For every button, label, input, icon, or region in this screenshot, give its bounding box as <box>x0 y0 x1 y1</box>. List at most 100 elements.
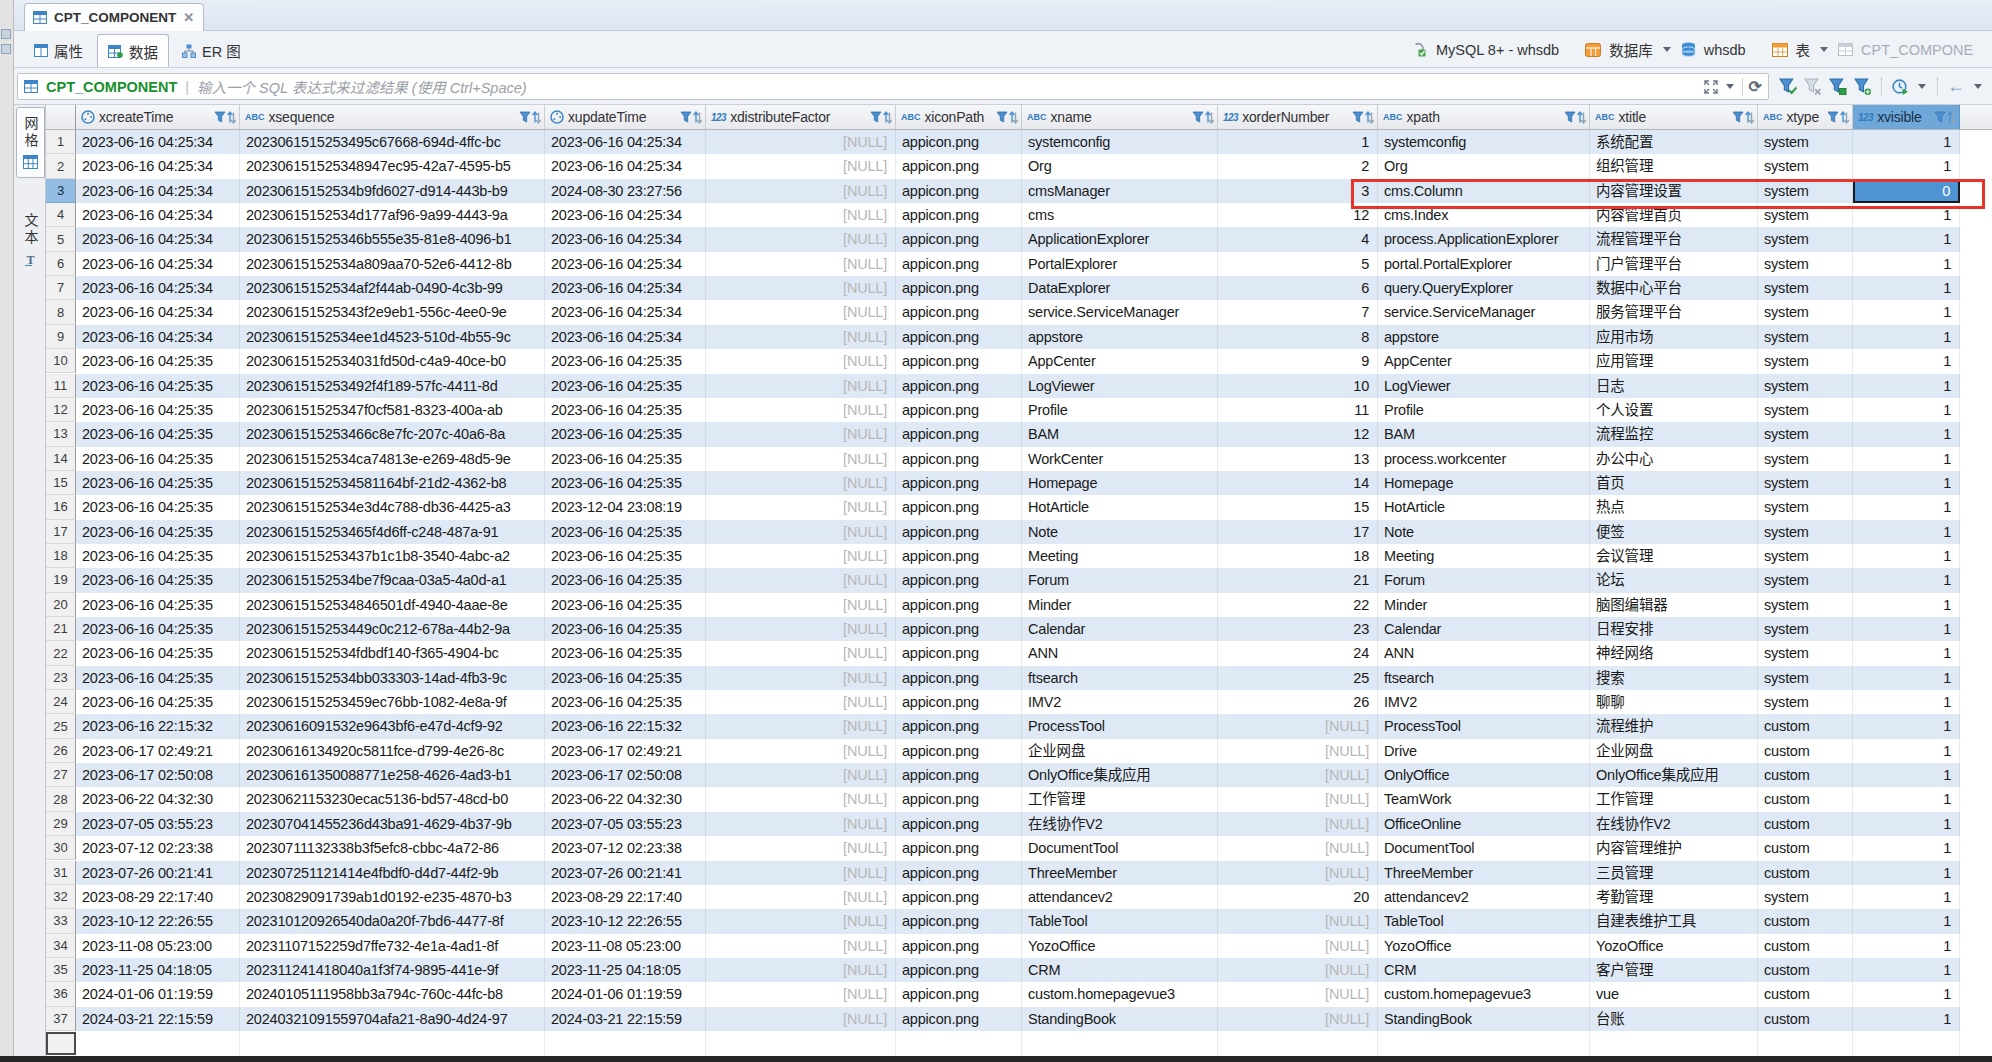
cell-xupdateTime[interactable]: 2023-06-16 04:25:35 <box>545 568 706 592</box>
cell-xupdateTime[interactable]: 2023-07-05 03:55:23 <box>545 812 706 836</box>
cell-xvisible[interactable]: 1 <box>1853 154 1960 178</box>
cell-xvisible[interactable]: 1 <box>1853 982 1960 1006</box>
column-header-xpath[interactable]: ABCxpath <box>1378 105 1590 129</box>
connection-name[interactable]: MySQL 8+ - whsdb <box>1436 42 1559 58</box>
row-number[interactable]: 9 <box>46 325 76 349</box>
row-number[interactable]: 12 <box>46 398 76 422</box>
row-number[interactable]: 34 <box>46 934 76 958</box>
cell-xtype[interactable]: system <box>1758 641 1853 665</box>
cell-xiconPath[interactable]: appicon.png <box>896 982 1022 1006</box>
row-number[interactable]: 10 <box>46 349 76 373</box>
cell-xupdateTime[interactable]: 2023-06-16 04:25:35 <box>545 544 706 568</box>
cell-xorderNumber[interactable]: 15 <box>1218 495 1378 519</box>
cell-xupdateTime[interactable]: 2024-01-06 01:19:59 <box>545 982 706 1006</box>
cell-xsequence[interactable]: 2023061515253466c8e7fc-207c-40a6-8a <box>240 422 545 446</box>
cell-xiconPath[interactable]: appicon.png <box>896 568 1022 592</box>
cell-xsequence[interactable]: 2023061515253492f4f189-57fc-4411-8d <box>240 374 545 398</box>
cell-xorderNumber[interactable]: [NULL] <box>1218 739 1378 763</box>
cell-xcreateTime[interactable]: 2023-06-16 04:25:35 <box>76 495 240 519</box>
filter-input[interactable]: CPT_COMPONENT | 输入一个 SQL 表达式来过滤结果 (使用 Ct… <box>17 73 1769 100</box>
cell-xpath[interactable]: ANN <box>1378 641 1590 665</box>
cell-xpath[interactable]: OfficeOnline <box>1378 812 1590 836</box>
cell-xsequence[interactable]: 2023061515253495c67668-694d-4ffc-bc <box>240 130 545 154</box>
cell-xdistributeFactor[interactable]: [NULL] <box>706 300 896 324</box>
cell-xorderNumber[interactable]: [NULL] <box>1218 982 1378 1006</box>
cell-xcreateTime[interactable]: 2023-06-16 04:25:34 <box>76 252 240 276</box>
cell-xpath[interactable]: ThreeMember <box>1378 861 1590 885</box>
cell-xpath[interactable]: YozoOffice <box>1378 934 1590 958</box>
cell-xtitle[interactable]: 首页 <box>1590 471 1758 495</box>
filter-sort-icon[interactable] <box>1352 110 1374 125</box>
cell-xiconPath[interactable]: appicon.png <box>896 690 1022 714</box>
cell-xvisible[interactable]: 1 <box>1853 325 1960 349</box>
cell-xupdateTime[interactable]: 2023-06-16 04:25:35 <box>545 666 706 690</box>
cell-xvisible[interactable]: 1 <box>1853 739 1960 763</box>
cell-xtitle[interactable]: 数据中心平台 <box>1590 276 1758 300</box>
cell-xpath[interactable]: OnlyOffice <box>1378 763 1590 787</box>
row-number[interactable]: 25 <box>46 714 76 738</box>
column-header-xtitle[interactable]: ABCxtitle <box>1590 105 1758 129</box>
cell-xtype[interactable]: custom <box>1758 763 1853 787</box>
cell-xname[interactable]: 在线协作V2 <box>1022 812 1218 836</box>
cell-xupdateTime[interactable]: 2023-11-08 05:23:00 <box>545 934 706 958</box>
cell-xiconPath[interactable]: appicon.png <box>896 203 1022 227</box>
cell-xiconPath[interactable]: appicon.png <box>896 154 1022 178</box>
cell-xname[interactable]: Homepage <box>1022 471 1218 495</box>
cell-xcreateTime[interactable]: 2023-06-16 04:25:35 <box>76 666 240 690</box>
cell-xdistributeFactor[interactable]: [NULL] <box>706 812 896 836</box>
cell-xtype[interactable]: custom <box>1758 787 1853 811</box>
cell-xtype[interactable]: system <box>1758 349 1853 373</box>
cell-xpath[interactable]: AppCenter <box>1378 349 1590 373</box>
column-header-xorderNumber[interactable]: 123xorderNumber <box>1218 105 1378 129</box>
row-number[interactable]: 22 <box>46 641 76 665</box>
cell-xorderNumber[interactable]: 25 <box>1218 666 1378 690</box>
cell-xiconPath[interactable]: appicon.png <box>896 495 1022 519</box>
cell-xdistributeFactor[interactable]: [NULL] <box>706 179 896 203</box>
cell-xcreateTime[interactable]: 2024-01-06 01:19:59 <box>76 982 240 1006</box>
tab-properties[interactable]: 属性 <box>24 34 93 67</box>
cell-xupdateTime[interactable]: 2023-06-16 04:25:34 <box>545 130 706 154</box>
chevron-down-icon[interactable] <box>1726 84 1734 89</box>
cell-xpath[interactable]: StandingBook <box>1378 1007 1590 1031</box>
cell-xtitle[interactable]: 在线协作V2 <box>1590 812 1758 836</box>
cell-xsequence[interactable]: 2023061515253437b1c1b8-3540-4abc-a2 <box>240 544 545 568</box>
cell-xtitle[interactable]: 个人设置 <box>1590 398 1758 422</box>
column-header-xdistributeFactor[interactable]: 123xdistributeFactor <box>706 105 896 129</box>
row-number[interactable]: 21 <box>46 617 76 641</box>
cell-xvisible[interactable]: 1 <box>1853 447 1960 471</box>
cell-xname[interactable]: Minder <box>1022 593 1218 617</box>
cell-xiconPath[interactable]: appicon.png <box>896 885 1022 909</box>
row-number[interactable]: 19 <box>46 568 76 592</box>
cell-xiconPath[interactable]: appicon.png <box>896 763 1022 787</box>
execution-time-icon[interactable] <box>1891 78 1909 95</box>
restore-view-icon[interactable] <box>1 29 11 39</box>
cell-xcreateTime[interactable]: 2023-06-16 04:25:35 <box>76 544 240 568</box>
cell-xiconPath[interactable]: appicon.png <box>896 227 1022 251</box>
cell-xtype[interactable]: system <box>1758 544 1853 568</box>
filter-sort-icon[interactable] <box>1934 110 1956 125</box>
cell-xpath[interactable]: portal.PortalExplorer <box>1378 252 1590 276</box>
cell-xtype[interactable]: system <box>1758 227 1853 251</box>
cell-xpath[interactable]: Calendar <box>1378 617 1590 641</box>
cell-xvisible[interactable]: 1 <box>1853 495 1960 519</box>
cell-xtype[interactable]: system <box>1758 471 1853 495</box>
column-header-xvisible[interactable]: 123xvisible <box>1853 105 1960 129</box>
cell-xpath[interactable]: DocumentTool <box>1378 836 1590 860</box>
cell-xdistributeFactor[interactable]: [NULL] <box>706 861 896 885</box>
cell-xtype[interactable]: system <box>1758 374 1853 398</box>
cell-xcreateTime[interactable]: 2023-06-16 04:25:34 <box>76 325 240 349</box>
row-number[interactable]: 17 <box>46 520 76 544</box>
cell-xpath[interactable]: attendancev2 <box>1378 885 1590 909</box>
cell-xorderNumber[interactable]: [NULL] <box>1218 909 1378 933</box>
cell-xdistributeFactor[interactable]: [NULL] <box>706 374 896 398</box>
cell-xsequence[interactable]: 20230829091739ab1d0192-e235-4870-b3 <box>240 885 545 909</box>
cell-xpath[interactable]: query.QueryExplorer <box>1378 276 1590 300</box>
row-number[interactable]: 2 <box>46 154 76 178</box>
cell-xtitle[interactable]: 神经网络 <box>1590 641 1758 665</box>
cell-xcreateTime[interactable]: 2023-06-16 04:25:34 <box>76 179 240 203</box>
cell-xname[interactable]: ftsearch <box>1022 666 1218 690</box>
cell-xsequence[interactable]: 202306151525348947ec95-42a7-4595-b5 <box>240 154 545 178</box>
cell-xiconPath[interactable]: appicon.png <box>896 593 1022 617</box>
cell-xvisible[interactable]: 1 <box>1853 471 1960 495</box>
cell-xupdateTime[interactable]: 2023-06-16 04:25:35 <box>545 690 706 714</box>
